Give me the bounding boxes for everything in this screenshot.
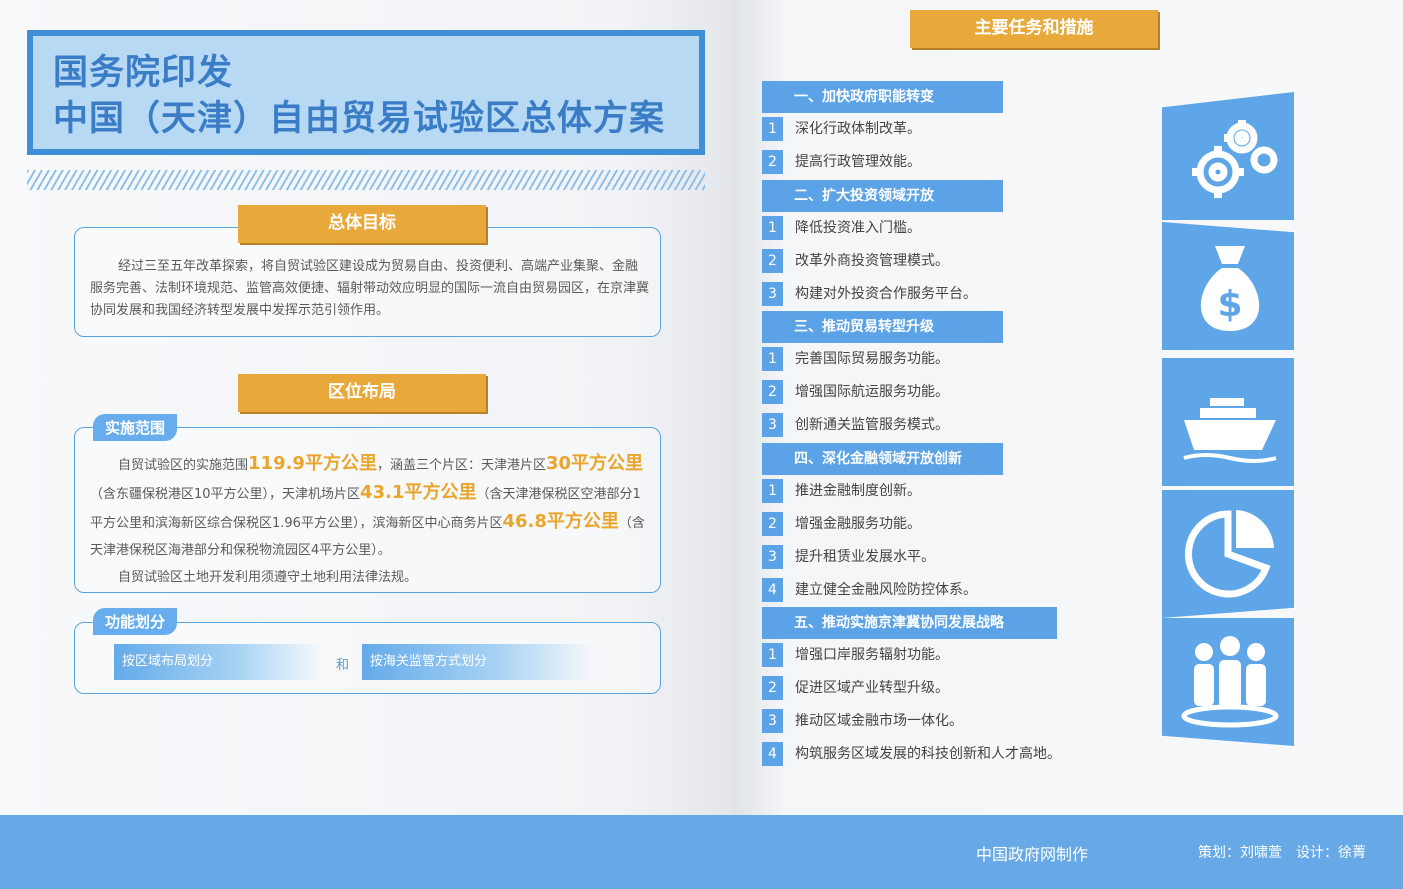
num-badge: 4 [762, 578, 783, 602]
people-icon [1181, 636, 1279, 728]
and-label: 和 [336, 658, 350, 673]
task-4-2: 2 增强金融服务功能。 [762, 512, 921, 536]
gears-icon-panel [1162, 92, 1294, 220]
task-text: 深化行政体制改革。 [795, 121, 921, 137]
ship-icon-panel [1162, 358, 1294, 486]
num-badge: 3 [762, 413, 783, 437]
num-badge: 1 [762, 216, 783, 240]
task-text: 创新通关监管服务模式。 [795, 417, 949, 433]
pie-chart-icon-panel [1162, 490, 1294, 618]
title-inner: 国务院印发 中国（天津）自由贸易试验区总体方案 [33, 36, 699, 149]
scope-port-area: 30平方公里 [545, 453, 644, 474]
task-5-2: 2 促进区域产业转型升级。 [762, 676, 949, 700]
num-badge: 4 [762, 742, 783, 766]
task-text: 增强口岸服务辐射功能。 [795, 647, 949, 663]
layout-ribbon: 区位布局 [220, 374, 504, 414]
task-text: 推进金融制度创新。 [795, 483, 921, 499]
people-icon-panel [1162, 618, 1294, 746]
section-1: 一、加快政府职能转变 [762, 81, 1003, 113]
task-1-1: 1 深化行政体制改革。 [762, 117, 921, 141]
goal-ribbon: 总体目标 [220, 205, 504, 245]
money-bag-icon-panel: $ [1162, 222, 1294, 350]
task-2-1: 1 降低投资准入门槛。 [762, 216, 921, 240]
title-line-1: 国务院印发 [53, 53, 234, 93]
num-badge: 2 [762, 249, 783, 273]
task-3-3: 3 创新通关监管服务模式。 [762, 413, 949, 437]
task-text: 促进区域产业转型升级。 [795, 680, 949, 696]
money-bag-icon: $ [1200, 246, 1260, 331]
task-1-2: 2 提高行政管理效能。 [762, 150, 921, 174]
task-4-4: 4 建立健全金融风险防控体系。 [762, 578, 977, 602]
function-tag: 功能划分 [93, 608, 178, 635]
task-text: 改革外商投资管理模式。 [795, 253, 949, 269]
num-badge: 3 [762, 709, 783, 733]
scope-text: 自贸试验区的实施范围119.9平方公里，涵盖三个片区：天津港片区30平方公里 （含… [90, 450, 650, 591]
num-badge: 2 [762, 150, 783, 174]
scope-airport-area: 43.1平方公里 [360, 482, 477, 503]
task-text: 提高行政管理效能。 [795, 154, 921, 170]
title-box: 国务院印发 中国（天津）自由贸易试验区总体方案 [27, 30, 705, 155]
task-text: 增强金融服务功能。 [795, 516, 921, 532]
task-text: 构建对外投资合作服务平台。 [795, 286, 977, 302]
region-layout-button[interactable]: 按区域布局划分 [114, 644, 322, 680]
task-5-4: 4 构筑服务区域发展的科技创新和人才高地。 [762, 742, 1061, 766]
task-text: 提升租赁业发展水平。 [795, 549, 935, 565]
task-2-2: 2 改革外商投资管理模式。 [762, 249, 949, 273]
num-badge: 3 [762, 282, 783, 306]
scope-tag: 实施范围 [93, 414, 178, 441]
num-badge: 1 [762, 479, 783, 503]
num-badge: 1 [762, 347, 783, 371]
task-text: 推动区域金融市场一体化。 [795, 713, 963, 729]
decorative-stripe [27, 170, 705, 190]
task-3-2: 2 增强国际航运服务功能。 [762, 380, 949, 404]
scope-total-area: 119.9平方公里 [248, 453, 377, 474]
section-4: 四、深化金融领域开放创新 [762, 443, 1003, 475]
pie-chart-icon [1185, 510, 1274, 598]
num-badge: 3 [762, 545, 783, 569]
section-3: 三、推动贸易转型升级 [762, 311, 1003, 343]
footer-bar [0, 815, 1403, 889]
task-3-1: 1 完善国际贸易服务功能。 [762, 347, 949, 371]
num-badge: 2 [762, 676, 783, 700]
num-badge: 1 [762, 117, 783, 141]
num-badge: 2 [762, 512, 783, 536]
ship-icon [1183, 398, 1277, 463]
scope-p3: （含东疆保税港区10平方公里），天津机场片区 [90, 487, 361, 502]
task-text: 增强国际航运服务功能。 [795, 384, 949, 400]
scope-p1: 自贸试验区的实施范围 [118, 458, 249, 473]
task-5-3: 3 推动区域金融市场一体化。 [762, 709, 963, 733]
goal-text: 经过三至五年改革探索，将自贸试验区建设成为贸易自由、投资便利、高端产业集聚、金融… [90, 259, 650, 318]
num-badge: 1 [762, 643, 783, 667]
section-2: 二、扩大投资领域开放 [762, 180, 1003, 212]
section-5: 五、推动实施京津冀协同发展战略 [762, 607, 1057, 639]
gears-icon [1192, 120, 1278, 198]
scope-p6: 自贸试验区土地开发利用须遵守土地利用法律法规。 [118, 570, 418, 585]
scope-cbd-area: 46.8平方公里 [502, 511, 619, 532]
task-text: 构筑服务区域发展的科技创新和人才高地。 [795, 746, 1061, 762]
tasks-ribbon: 主要任务和措施 [892, 10, 1176, 50]
footer-credits: 策划：刘啸萱 设计：徐菁 [1198, 845, 1366, 861]
task-5-1: 1 增强口岸服务辐射功能。 [762, 643, 949, 667]
footer-producer: 中国政府网制作 [976, 845, 1089, 864]
task-2-3: 3 构建对外投资合作服务平台。 [762, 282, 977, 306]
customs-mode-button[interactable]: 按海关监管方式划分 [362, 644, 592, 680]
task-text: 完善国际贸易服务功能。 [795, 351, 949, 367]
task-text: 建立健全金融风险防控体系。 [795, 582, 977, 598]
title-line-2: 中国（天津）自由贸易试验区总体方案 [53, 99, 666, 139]
task-4-1: 1 推进金融制度创新。 [762, 479, 921, 503]
scope-p2: ，涵盖三个片区：天津港片区 [376, 458, 546, 473]
num-badge: 2 [762, 380, 783, 404]
task-text: 降低投资准入门槛。 [795, 220, 921, 236]
svg-text:$: $ [1217, 284, 1242, 325]
task-4-3: 3 提升租赁业发展水平。 [762, 545, 935, 569]
